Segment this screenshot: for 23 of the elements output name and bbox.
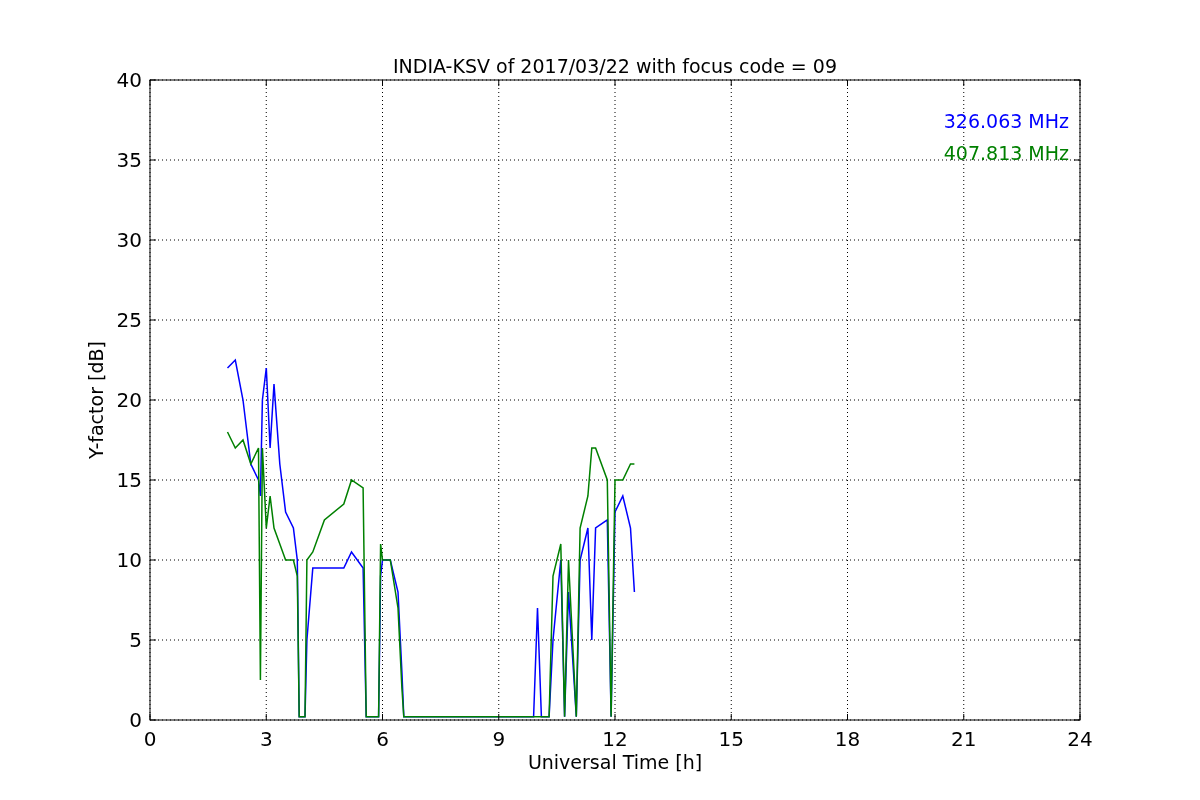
tick-label: 5: [129, 628, 142, 652]
tick-label: 30: [116, 228, 142, 252]
tick-label: 15: [116, 468, 142, 492]
tick-label: 40: [116, 68, 142, 92]
axis-title: Y-factor [dB]: [85, 341, 107, 459]
tick-label: 20: [116, 388, 142, 412]
tick-label: 35: [116, 148, 142, 172]
tick-label: 10: [116, 548, 142, 572]
legend-label: 326.063 MHz: [943, 110, 1069, 132]
legend-label: 407.813 MHz: [943, 142, 1069, 164]
tick-label: 15: [718, 727, 744, 751]
tick-label: 21: [951, 727, 977, 751]
tick-label: 0: [129, 708, 142, 732]
axis-title: Universal Time [h]: [527, 751, 703, 773]
chart-title: INDIA-KSV of 2017/03/22 with focus code = 09: [393, 55, 837, 77]
tick-label: 25: [116, 308, 142, 332]
tick-label: 6: [376, 727, 389, 751]
tick-label: 12: [602, 727, 628, 751]
tick-label: 24: [1067, 727, 1093, 751]
tick-label: 18: [834, 727, 861, 751]
tick-label: 0: [143, 727, 157, 751]
tick-label: 9: [492, 727, 506, 751]
tick-label: 3: [259, 727, 273, 751]
